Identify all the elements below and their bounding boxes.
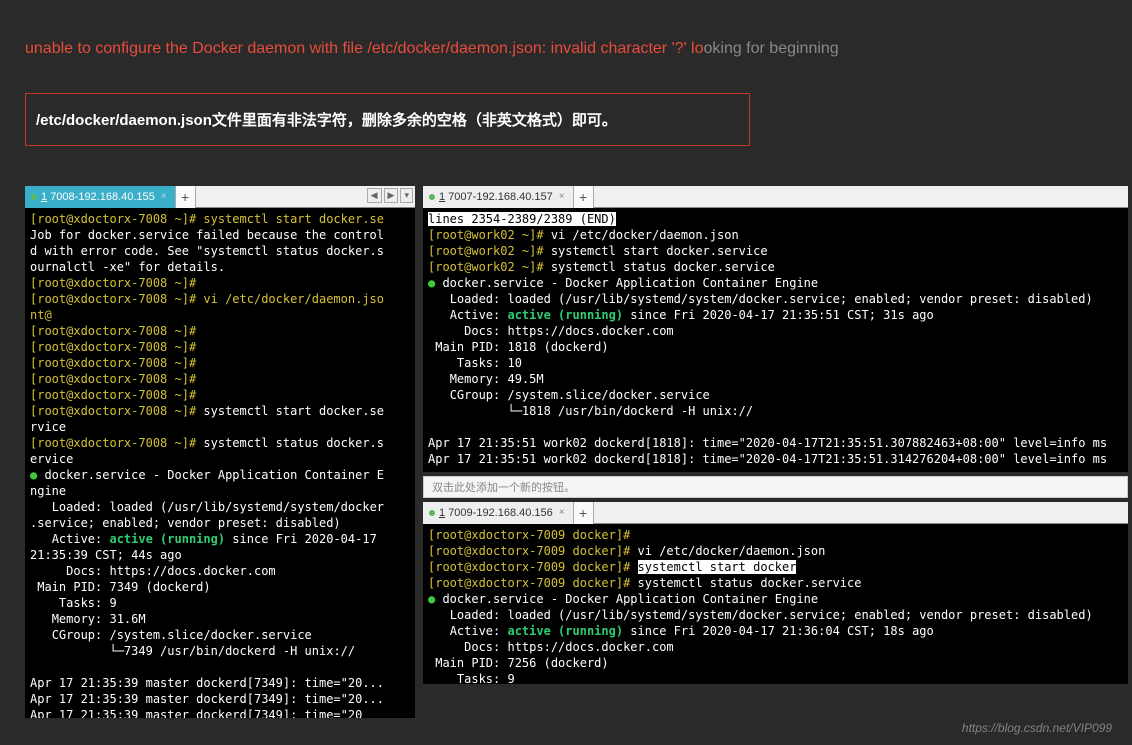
add-tab-button[interactable]: + xyxy=(574,186,594,208)
error-gray-text: oking for beginning xyxy=(703,40,838,57)
tab-num: 1 xyxy=(41,191,47,203)
error-red-text: unable to configure the Docker daemon wi… xyxy=(25,40,703,57)
terminal-7008[interactable]: [root@xdoctorx-7008 ~]# systemctl start … xyxy=(25,208,415,718)
tab-nav-arrows: ◀▶▾ xyxy=(367,188,413,203)
add-tab-button[interactable]: + xyxy=(176,186,196,208)
tab-num: 1 xyxy=(439,507,445,519)
status-dot-icon xyxy=(429,194,435,200)
tab-next-icon[interactable]: ▶ xyxy=(384,188,399,203)
tab-label: 7009-192.168.40.156 xyxy=(448,507,553,519)
terminal-7007[interactable]: lines 2354-2389/2389 (END) [root@work02 … xyxy=(423,208,1128,472)
solution-text: /etc/docker/daemon.json文件里面有非法字符，删除多余的空格… xyxy=(36,112,617,129)
tab-bar-bottom-right: 1 7009-192.168.40.156 × + xyxy=(423,502,1128,524)
tab-label: 7008-192.168.40.155 xyxy=(50,191,155,203)
close-icon[interactable]: × xyxy=(559,191,565,202)
status-dot-icon xyxy=(429,510,435,516)
add-tab-button[interactable]: + xyxy=(574,502,594,524)
tab-7007[interactable]: 1 7007-192.168.40.157 × xyxy=(423,186,574,208)
tab-prev-icon[interactable]: ◀ xyxy=(367,188,382,203)
tab-bar-left: 1 7008-192.168.40.155 × + ◀▶▾ xyxy=(25,186,415,208)
terminal-7009[interactable]: [root@xdoctorx-7009 docker]# [root@xdoct… xyxy=(423,524,1128,684)
hint-bar[interactable]: 双击此处添加一个新的按钮。 xyxy=(423,476,1128,498)
tab-label: 7007-192.168.40.157 xyxy=(448,191,553,203)
tab-bar-top-right: 1 7007-192.168.40.157 × + xyxy=(423,186,1128,208)
tab-num: 1 xyxy=(439,191,445,203)
close-icon[interactable]: × xyxy=(161,191,167,202)
tab-7009[interactable]: 1 7009-192.168.40.156 × xyxy=(423,502,574,524)
solution-box: /etc/docker/daemon.json文件里面有非法字符，删除多余的空格… xyxy=(25,93,750,146)
watermark: https://blog.csdn.net/VIP099 xyxy=(962,721,1112,735)
error-message: unable to configure the Docker daemon wi… xyxy=(25,40,1112,58)
tab-dropdown-icon[interactable]: ▾ xyxy=(400,188,413,203)
status-dot-icon xyxy=(31,194,37,200)
tab-7008[interactable]: 1 7008-192.168.40.155 × xyxy=(25,186,176,208)
close-icon[interactable]: × xyxy=(559,507,565,518)
